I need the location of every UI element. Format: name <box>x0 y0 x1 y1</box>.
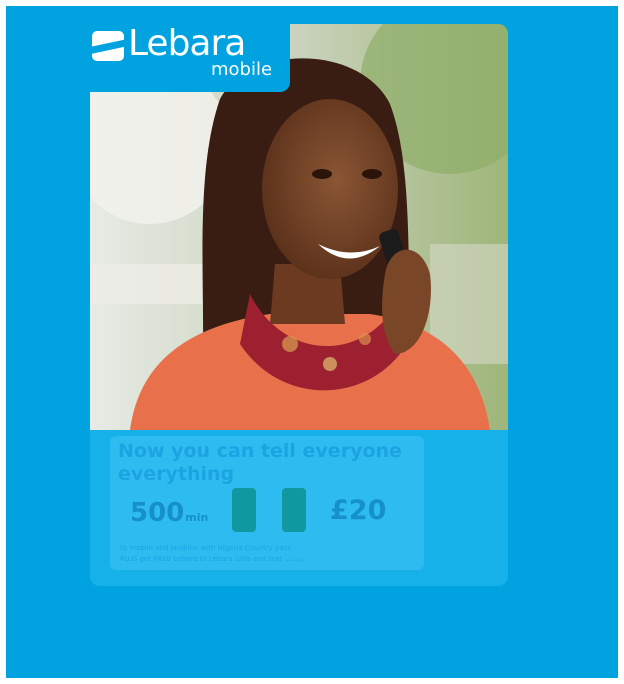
logo-subtitle: mobile <box>211 59 273 80</box>
teal-block-left <box>232 488 256 532</box>
headline: Now you can tell everyone everything <box>118 440 418 486</box>
price: £20 <box>330 495 387 526</box>
headline-line-2: everything <box>118 463 235 485</box>
offer-line-1: to mobile and landline with Nigeria Coun… <box>120 544 291 552</box>
terms-note: terms apply <box>286 558 304 562</box>
lebara-flag-icon <box>92 31 124 61</box>
minutes-value: 500 <box>130 498 185 528</box>
teal-block-right <box>282 488 306 532</box>
headline-line-1: Now you can tell everyone <box>118 440 402 462</box>
offer-line-2: PLUS get FREE Lebara to Lebara calls and… <box>120 554 304 565</box>
minutes-unit: min <box>185 511 209 524</box>
minutes-offer: 500min <box>130 498 208 533</box>
lebara-logo: Lebara mobile <box>84 18 290 92</box>
offer-line-2-text: PLUS get FREE Lebara to Lebara calls and… <box>120 555 283 563</box>
